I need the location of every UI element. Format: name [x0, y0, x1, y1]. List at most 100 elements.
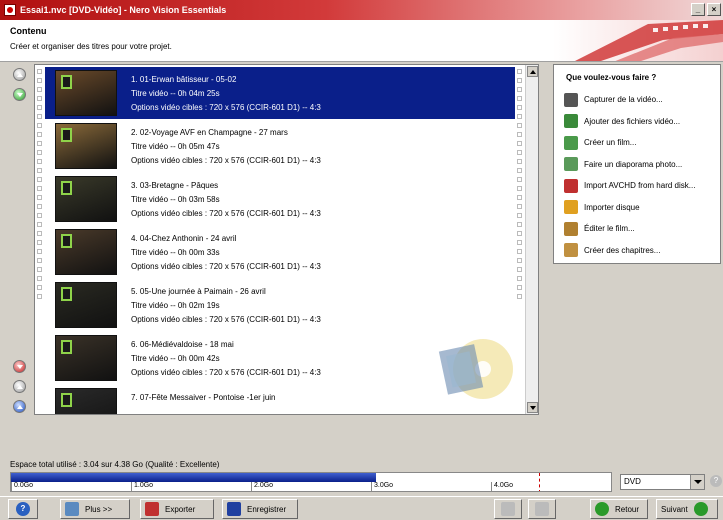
- export-icon: [145, 502, 159, 516]
- title-duration: Titre vidéo -- 0h 00m 42s: [131, 354, 220, 363]
- help-button[interactable]: ?: [8, 499, 38, 519]
- video-frame-icon: [61, 340, 72, 354]
- panel-action-item[interactable]: Ajouter des fichiers vidéo...: [554, 111, 720, 133]
- move-up-disabled-button[interactable]: [13, 68, 26, 81]
- forward-arrow-icon: [693, 502, 708, 516]
- scroll-up-arrow-icon[interactable]: [527, 66, 538, 77]
- slideshow-icon: [564, 157, 578, 172]
- gauge-tick-label: 1.0Go: [131, 482, 153, 491]
- filmstrip-left: [36, 65, 44, 414]
- film-hole: [37, 87, 42, 92]
- film-hole: [37, 123, 42, 128]
- import-disc-icon: [564, 200, 578, 215]
- film-hole: [37, 276, 42, 281]
- back-arrow-icon: [595, 502, 609, 516]
- title-options: Options vidéo cibles : 720 x 576 (CCIR-6…: [131, 368, 321, 377]
- title-list-item[interactable]: 4. 04-Chez Anthonin - 24 avril Titre vidé…: [45, 226, 515, 278]
- more-button-label: Plus >>: [85, 504, 113, 514]
- back-button[interactable]: Retour: [590, 499, 648, 519]
- help-icon: ?: [16, 502, 30, 516]
- film-hole: [517, 186, 522, 191]
- film-hole: [517, 195, 522, 200]
- title-list-item[interactable]: 5. 05-Une journée à Paimain - 26 avril Ti…: [45, 279, 515, 331]
- film-hole: [37, 105, 42, 110]
- title-options: Options vidéo cibles : 720 x 576 (CCIR-6…: [131, 315, 321, 324]
- panel-action-item[interactable]: Import AVCHD from hard disk...: [554, 175, 720, 197]
- title-duration: Titre vidéo -- 0h 05m 47s: [131, 142, 220, 151]
- film-hole: [37, 195, 42, 200]
- video-disc-watermark-icon: [438, 339, 513, 399]
- more-options-icon: [65, 502, 79, 516]
- film-hole: [37, 186, 42, 191]
- title-duration: Titre vidéo -- 0h 03m 58s: [131, 195, 220, 204]
- import-avchd-icon: [564, 178, 578, 193]
- panel-action-item[interactable]: Importer disque: [554, 197, 720, 219]
- save-button[interactable]: Enregistrer: [222, 499, 298, 519]
- next-button[interactable]: Suivant: [656, 499, 718, 519]
- chevron-down-icon[interactable]: [690, 475, 704, 489]
- panel-action-item[interactable]: Capturer de la vidéo...: [554, 89, 720, 111]
- title-thumbnail: [55, 176, 117, 222]
- film-hole: [37, 150, 42, 155]
- info-button[interactable]: [13, 400, 26, 413]
- film-hole: [37, 159, 42, 164]
- move-down-button[interactable]: [13, 88, 26, 101]
- window-title: Essai1.nvc [DVD-Vidéo] - Nero Vision Ess…: [20, 5, 227, 15]
- disk-usage-gauge: 0.0Go 1.0Go 2.0Go 3.0Go 4.0Go: [10, 472, 612, 492]
- disk-usage-fill: [11, 473, 376, 482]
- list-scrollbar[interactable]: [525, 65, 538, 414]
- panel-action-label: Créer un film...: [584, 138, 637, 148]
- panel-action-item[interactable]: Éditer le film...: [554, 218, 720, 240]
- panel-action-label: Importer disque: [584, 202, 640, 212]
- film-hole: [37, 132, 42, 137]
- title-name: 5. 05-Une journée à Paimain - 26 avril: [131, 287, 266, 296]
- film-hole: [37, 231, 42, 236]
- film-hole: [37, 249, 42, 254]
- film-hole: [517, 141, 522, 146]
- film-hole: [517, 240, 522, 245]
- film-hole: [517, 222, 522, 227]
- scroll-down-arrow-icon[interactable]: [527, 402, 538, 413]
- film-hole: [37, 78, 42, 83]
- next-disabled-button[interactable]: [528, 499, 556, 519]
- minimize-button[interactable]: _: [691, 3, 705, 16]
- previous-disabled-button[interactable]: [494, 499, 522, 519]
- disc-type-select[interactable]: DVD: [620, 474, 705, 490]
- disc-type-value: DVD: [624, 477, 641, 486]
- panel-action-item[interactable]: Créer des chapitres...: [554, 240, 720, 262]
- title-options: Options vidéo cibles : 720 x 576 (CCIR-6…: [131, 103, 321, 112]
- title-list[interactable]: 1. 01-Erwan bâtisseur - 05-02 Titre vidéo…: [34, 64, 539, 415]
- film-hole: [37, 96, 42, 101]
- panel-action-item[interactable]: Faire un diaporama photo...: [554, 154, 720, 176]
- save-icon: [227, 502, 241, 516]
- film-hole: [37, 222, 42, 227]
- export-button[interactable]: Exporter: [140, 499, 214, 519]
- page-subtitle: Créer et organiser des titres pour votre…: [10, 42, 172, 51]
- title-duration: Titre vidéo -- 0h 00m 33s: [131, 248, 220, 257]
- add-video-icon: [564, 114, 578, 129]
- delete-title-button[interactable]: [13, 360, 26, 373]
- film-hole: [37, 267, 42, 272]
- film-hole: [517, 249, 522, 254]
- more-button[interactable]: Plus >>: [60, 499, 130, 519]
- title-options: Options vidéo cibles : 720 x 576 (CCIR-6…: [131, 156, 321, 165]
- film-hole: [517, 96, 522, 101]
- title-name: 1. 01-Erwan bâtisseur - 05-02: [131, 75, 237, 84]
- filmstrip-banner-icon: [553, 20, 723, 61]
- close-button[interactable]: ×: [707, 3, 721, 16]
- title-options: Options vidéo cibles : 720 x 576 (CCIR-6…: [131, 262, 321, 271]
- scroll-top-button[interactable]: [13, 380, 26, 393]
- film-hole: [517, 168, 522, 173]
- disc-help-icon[interactable]: ?: [710, 475, 722, 487]
- film-hole: [517, 78, 522, 83]
- film-hole: [37, 285, 42, 290]
- film-hole: [517, 213, 522, 218]
- nero-app-icon: [4, 4, 16, 16]
- title-list-item[interactable]: 2. 02-Voyage AVF en Champagne - 27 mars T…: [45, 120, 515, 172]
- panel-action-item[interactable]: Créer un film...: [554, 132, 720, 154]
- title-list-item[interactable]: 1. 01-Erwan bâtisseur - 05-02 Titre vidéo…: [45, 67, 515, 119]
- film-hole: [517, 105, 522, 110]
- create-movie-icon: [564, 135, 578, 150]
- title-list-item[interactable]: 3. 03-Bretagne - Pâques Titre vidéo -- 0h…: [45, 173, 515, 225]
- title-thumbnail: [55, 282, 117, 328]
